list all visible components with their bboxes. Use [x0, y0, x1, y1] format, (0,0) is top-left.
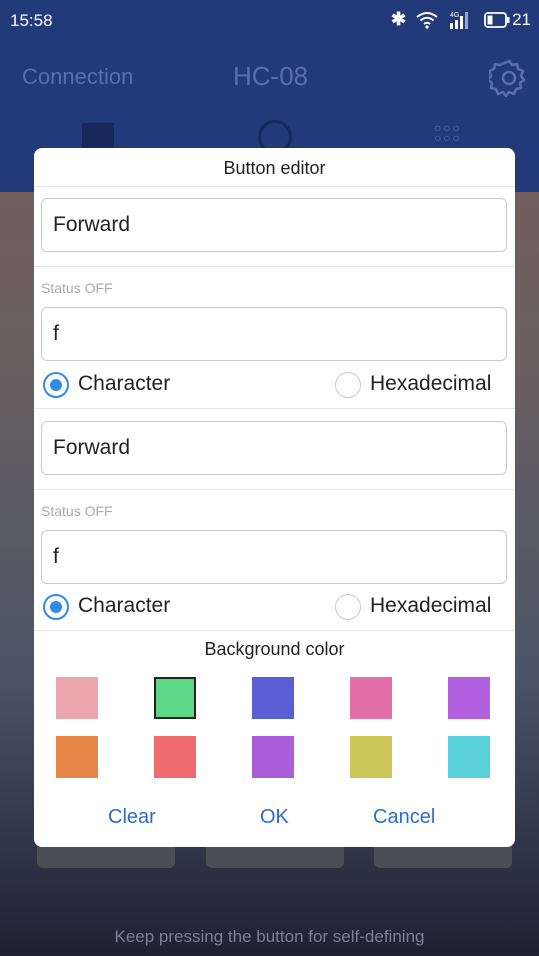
- character-label: Character: [78, 372, 171, 395]
- keypad-square-icon[interactable]: [82, 123, 114, 151]
- ok-button[interactable]: OK: [260, 806, 289, 829]
- signal-icon: 4G: [448, 10, 474, 30]
- hexadecimal-radio[interactable]: [335, 372, 361, 398]
- gear-icon[interactable]: [486, 57, 529, 102]
- character-label: Character: [78, 594, 171, 617]
- hexadecimal-label: Hexadecimal: [370, 594, 492, 617]
- grid-dots-icon[interactable]: ○○○ ○○○: [434, 122, 462, 144]
- button-name-field[interactable]: Forward: [41, 198, 507, 252]
- connection-button[interactable]: Connection: [22, 64, 133, 90]
- format-radio-group: Character Hexadecimal: [41, 370, 507, 400]
- divider: [34, 630, 515, 631]
- hexadecimal-label: Hexadecimal: [370, 372, 492, 395]
- button-name-field[interactable]: Forward: [41, 421, 507, 475]
- bluetooth-icon: ✱: [390, 9, 407, 29]
- color-swatch[interactable]: [154, 677, 196, 719]
- button-editor-dialog: Button editor Forward Status OFF f Chara…: [34, 148, 515, 847]
- color-swatch[interactable]: [252, 677, 294, 719]
- dialog-title: Button editor: [34, 148, 515, 187]
- divider: [34, 489, 515, 490]
- divider: [34, 408, 515, 409]
- svg-text:4G: 4G: [450, 12, 459, 19]
- format-radio-group: Character Hexadecimal: [41, 592, 507, 622]
- status-label: Status OFF: [41, 503, 113, 519]
- background-color-title: Background color: [204, 639, 345, 659]
- status-label: Status OFF: [41, 280, 113, 296]
- color-swatch[interactable]: [350, 677, 392, 719]
- color-swatch[interactable]: [154, 736, 196, 778]
- device-name: HC-08: [233, 61, 309, 91]
- color-swatch[interactable]: [350, 736, 392, 778]
- status-bar: 15:58 ✱ 4G 21: [0, 0, 539, 42]
- color-swatch[interactable]: [448, 736, 490, 778]
- color-swatch[interactable]: [448, 677, 490, 719]
- battery-level: 21: [512, 9, 531, 29]
- character-radio[interactable]: [43, 372, 69, 398]
- status-time: 15:58: [10, 11, 53, 30]
- clear-button[interactable]: Clear: [108, 806, 156, 829]
- command-field[interactable]: f: [41, 530, 507, 584]
- divider: [34, 266, 515, 267]
- battery-icon: 21: [484, 10, 531, 30]
- color-swatch[interactable]: [56, 677, 98, 719]
- hexadecimal-radio[interactable]: [335, 594, 361, 620]
- cancel-button[interactable]: Cancel: [373, 806, 435, 829]
- wifi-icon: [416, 11, 438, 29]
- color-swatch[interactable]: [252, 736, 294, 778]
- character-radio[interactable]: [43, 594, 69, 620]
- hint-text: Keep pressing the button for self-defini…: [114, 927, 425, 946]
- color-swatch[interactable]: [56, 736, 98, 778]
- command-field[interactable]: f: [41, 307, 507, 361]
